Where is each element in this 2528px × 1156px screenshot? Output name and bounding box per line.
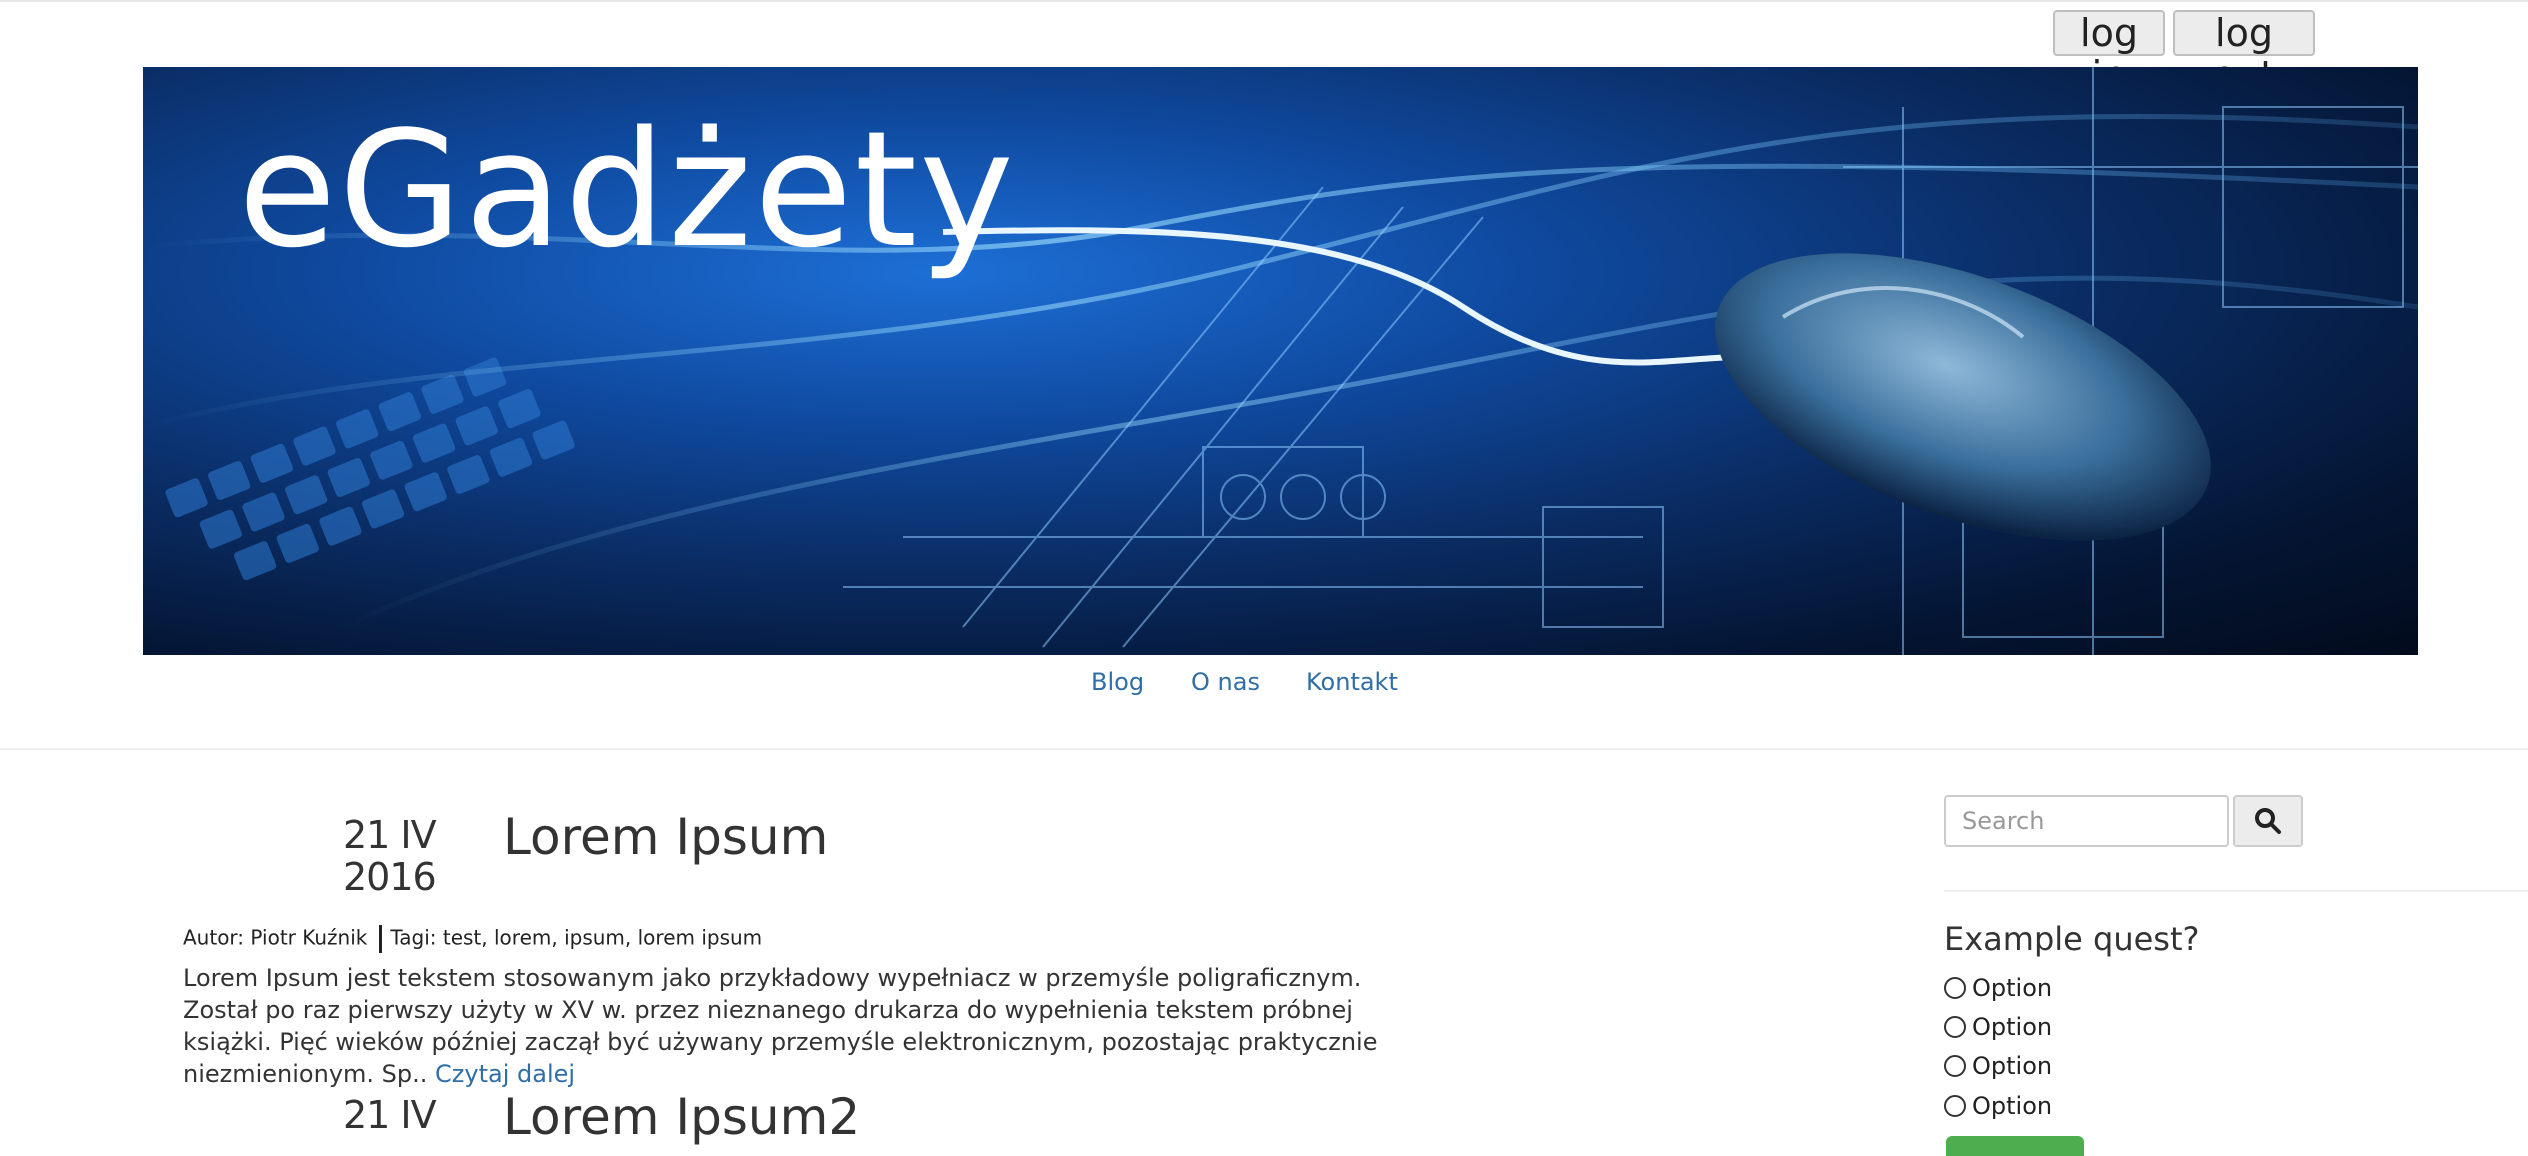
post-author: Autor: Piotr Kuźnik: [183, 925, 368, 950]
site-logo[interactable]: eGadżety: [238, 95, 1016, 285]
quiz-option[interactable]: Option: [1944, 1011, 2052, 1043]
post-meta: Autor: Piotr Kuźnik Tagi: test, lorem, ip…: [183, 925, 762, 953]
nav-item-kontakt[interactable]: Kontakt: [1306, 668, 1398, 696]
radio-button[interactable]: [1944, 1016, 1966, 1038]
main-nav: Blog O nas Kontakt: [0, 668, 2528, 708]
post-date-day: 21 IV: [343, 1093, 437, 1137]
post-title[interactable]: Lorem Ipsum2: [503, 1088, 860, 1146]
radio-button[interactable]: [1944, 1095, 1966, 1117]
post-title[interactable]: Lorem Ipsum: [503, 808, 828, 866]
quiz-option-label: Option: [1972, 1092, 2053, 1120]
login-button[interactable]: log in: [2053, 10, 2165, 96]
post-tags: Tagi: test, lorem, ipsum, lorem ipsum: [390, 925, 763, 950]
post-date: 21 IV 2016: [343, 813, 437, 899]
meta-divider: [379, 925, 383, 953]
quiz-option[interactable]: Option: [1944, 1050, 2052, 1082]
logout-button[interactable]: log out: [2173, 10, 2315, 96]
post-date: 21 IV: [343, 1093, 437, 1137]
post-date-year: 2016: [343, 855, 437, 899]
nav-item-o-nas[interactable]: O nas: [1191, 668, 1260, 696]
top-border: [0, 0, 2528, 2]
quiz-option[interactable]: Option: [1944, 1090, 2052, 1122]
search-button[interactable]: [2233, 795, 2303, 847]
post-date-day: 21 IV: [343, 813, 437, 857]
read-more-link[interactable]: Czytaj dalej: [435, 1060, 575, 1088]
quiz-option[interactable]: Option: [1944, 972, 2052, 1004]
radio-button[interactable]: [1944, 977, 1966, 999]
sidebar-divider: [1944, 890, 2528, 892]
post-excerpt-text: Lorem Ipsum jest tekstem stosowanym jako…: [183, 964, 1378, 1088]
quiz-option-label: Option: [1972, 974, 2053, 1002]
nav-item-blog[interactable]: Blog: [1091, 668, 1144, 696]
search-icon: [2255, 808, 2281, 834]
nav-divider: [0, 748, 2528, 750]
search-input[interactable]: [1944, 795, 2229, 847]
quiz-submit-button[interactable]: [1946, 1136, 2084, 1156]
header-banner: eGadżety: [143, 67, 2418, 655]
quiz-title: Example quest?: [1944, 920, 2200, 958]
quiz-option-label: Option: [1972, 1052, 2053, 1080]
post-excerpt: Lorem Ipsum jest tekstem stosowanym jako…: [183, 962, 1423, 1090]
quiz-option-label: Option: [1972, 1013, 2053, 1041]
radio-button[interactable]: [1944, 1055, 1966, 1077]
